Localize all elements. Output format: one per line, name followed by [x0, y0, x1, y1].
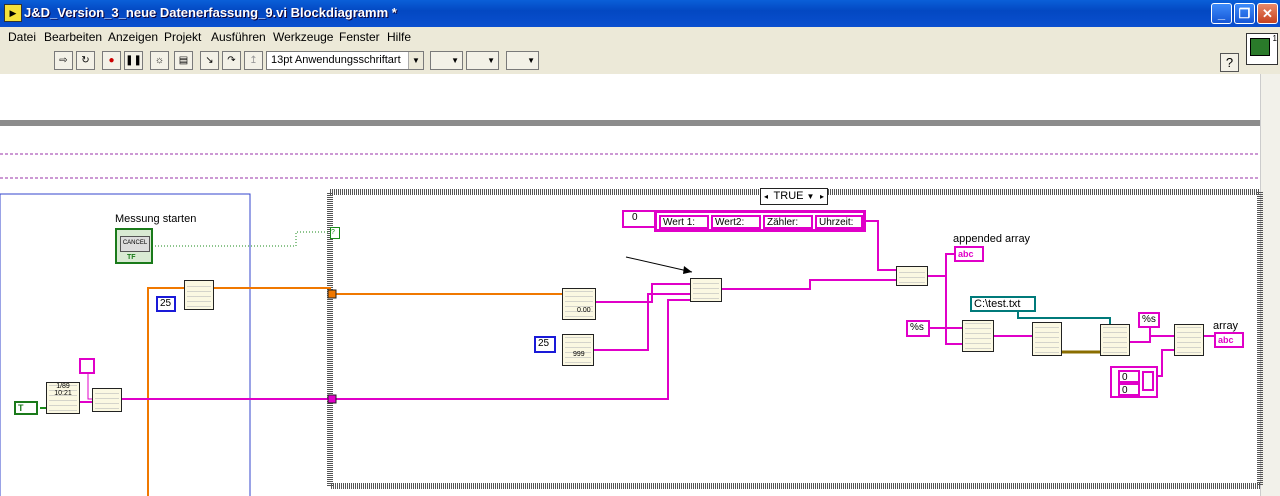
boolean-wire: [152, 231, 330, 247]
array-label: array: [1213, 320, 1239, 332]
path-constant[interactable]: C:\test.txt: [970, 296, 1036, 312]
string-wire: [1130, 335, 1174, 343]
time-top-text: 1/89: [56, 383, 70, 390]
case-tunnel: [327, 394, 337, 404]
format-date-time-node[interactable]: 1/89 10:21: [46, 382, 80, 414]
array-to-spreadsheet-string-node[interactable]: [962, 320, 994, 352]
header-item-zaehler[interactable]: Zähler:: [763, 215, 813, 229]
string-wire: [866, 220, 896, 271]
header-item-wert2[interactable]: Wert2:: [711, 215, 761, 229]
array-index-1[interactable]: 0: [1118, 370, 1140, 383]
header-item-wert1[interactable]: Wert 1:: [659, 215, 709, 229]
case-tunnel: [327, 289, 337, 299]
format-string-constant[interactable]: %s: [906, 320, 930, 337]
boolean-true-constant[interactable]: T: [14, 401, 38, 415]
string-wire: [722, 279, 896, 290]
tf-label: TF: [127, 254, 136, 261]
numeric-wire: [214, 287, 562, 295]
case-selector-label: TRUE: [773, 190, 804, 202]
arrow-head-icon: [683, 266, 692, 274]
array-element[interactable]: [1142, 371, 1154, 391]
array-index-value: 0: [632, 212, 638, 223]
node-999-text: 999: [573, 351, 585, 358]
concatenate-node[interactable]: [92, 388, 122, 412]
spreadsheet-string-to-array-node[interactable]: [1174, 324, 1204, 356]
array-index-display[interactable]: 0: [622, 210, 656, 228]
string-wire: [1156, 349, 1174, 377]
write-to-text-file-node[interactable]: [1100, 324, 1130, 356]
appended-array-indicator[interactable]: abc: [954, 246, 984, 262]
number-to-decimal-string-node[interactable]: 999: [562, 334, 594, 366]
number-to-fractional-string-node[interactable]: 0.00: [562, 288, 596, 320]
string-wire: [945, 276, 962, 345]
header-item-uhrzeit[interactable]: Uhrzeit:: [815, 215, 863, 229]
chevron-down-icon[interactable]: ▼: [807, 192, 815, 201]
structure-border: [0, 120, 1260, 126]
numeric-constant-25[interactable]: 25: [156, 296, 176, 312]
diagram-wires: [0, 120, 1263, 496]
appended-array-label: appended array: [953, 233, 1031, 245]
open-create-file-node[interactable]: [1032, 322, 1062, 356]
annotation-arrow: [625, 256, 693, 273]
build-array-row-node[interactable]: [690, 278, 722, 302]
string-wire: [928, 253, 955, 277]
build-array-node[interactable]: [184, 280, 214, 310]
node-format-text: 0.00: [577, 307, 591, 314]
format-string-constant-2[interactable]: %s: [1138, 312, 1160, 328]
cancel-button-icon: CANCEL: [120, 236, 150, 252]
time-bottom-text: 10:21: [54, 390, 72, 397]
empty-string-constant[interactable]: [79, 358, 95, 374]
build-array-2d-node[interactable]: [896, 266, 928, 286]
cancel-control-terminal[interactable]: CANCEL TF: [115, 228, 153, 264]
case-selector[interactable]: ◂ TRUE ▼ ▸: [760, 188, 828, 205]
header-string-array[interactable]: Wert 1: Wert2: Zähler: Uhrzeit:: [654, 210, 866, 232]
messung-starten-label: Messung starten: [115, 213, 197, 225]
case-selector-terminal[interactable]: ?: [330, 227, 340, 239]
decrement-arrow-icon[interactable]: ◂: [764, 189, 768, 204]
array-indicator[interactable]: abc: [1214, 332, 1244, 348]
empty-array-constant[interactable]: 0 0: [1110, 366, 1158, 398]
numeric-wire: [147, 287, 184, 496]
array-index-2[interactable]: 0: [1118, 383, 1140, 396]
increment-arrow-icon[interactable]: ▸: [820, 189, 824, 204]
numeric-constant-25-inner[interactable]: 25: [534, 336, 556, 353]
